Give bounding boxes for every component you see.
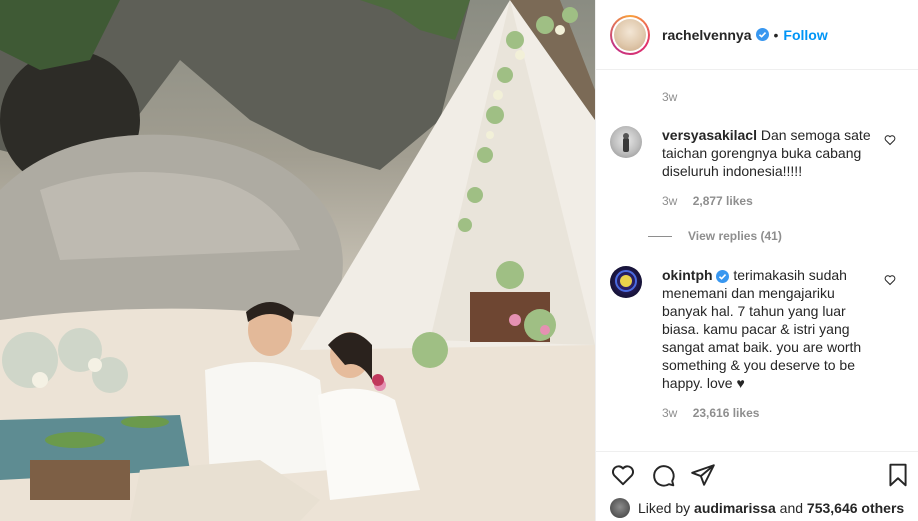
- comment-text: terimakasih sudah menemani dan mengajari…: [662, 267, 862, 391]
- comment-meta: 3w 23,616 likes: [662, 404, 882, 422]
- comment-time: 3w: [662, 406, 678, 420]
- comment-avatar[interactable]: [610, 266, 642, 298]
- comment-username[interactable]: versyasakilacl: [662, 127, 757, 143]
- post-photo[interactable]: [0, 0, 595, 521]
- author-avatar[interactable]: [610, 14, 650, 55]
- liked-by-avatar[interactable]: [610, 498, 630, 518]
- verified-icon: [755, 28, 769, 41]
- comment-likes[interactable]: 2,877 likes: [693, 194, 753, 208]
- liked-by-summary: Liked by audimarissa and 753,646 others: [610, 498, 904, 518]
- comment-username[interactable]: okintph: [662, 267, 713, 283]
- verified-icon: [716, 269, 730, 283]
- heart-icon[interactable]: [610, 462, 636, 488]
- header-separator: •: [773, 26, 779, 43]
- liked-by-user[interactable]: audimarissa: [694, 500, 776, 516]
- view-replies-label: View replies (41): [688, 229, 782, 243]
- comment-heart-icon[interactable]: [884, 274, 896, 286]
- partial-comment-time: 3w: [662, 90, 678, 104]
- comments-list[interactable]: 3w versyasakilacl Dan semoga sate taicha…: [596, 71, 918, 451]
- author-username[interactable]: rachelvennya: [662, 27, 752, 43]
- post-header: rachelvennya • Follow: [596, 0, 918, 70]
- post-side-panel: rachelvennya • Follow 3w versyasakilacl …: [595, 0, 918, 521]
- comment-likes[interactable]: 23,616 likes: [693, 406, 760, 420]
- share-icon[interactable]: [690, 462, 716, 488]
- comment-icon[interactable]: [650, 462, 676, 488]
- comment-time: 3w: [662, 194, 678, 208]
- liked-by-others[interactable]: 753,646 others: [807, 500, 904, 516]
- post-actions: Liked by audimarissa and 753,646 others: [596, 451, 918, 521]
- liked-by-prefix: Liked by: [638, 500, 691, 516]
- comment-meta: 3w 2,877 likes: [662, 192, 882, 210]
- comment-avatar[interactable]: [610, 126, 642, 158]
- view-replies-button[interactable]: View replies (41): [648, 229, 782, 243]
- liked-by-connector: and: [779, 500, 804, 516]
- post-photo-illustration: [0, 0, 595, 521]
- comment-heart-icon[interactable]: [884, 134, 896, 146]
- bookmark-icon[interactable]: [885, 462, 911, 488]
- follow-button[interactable]: Follow: [783, 27, 827, 43]
